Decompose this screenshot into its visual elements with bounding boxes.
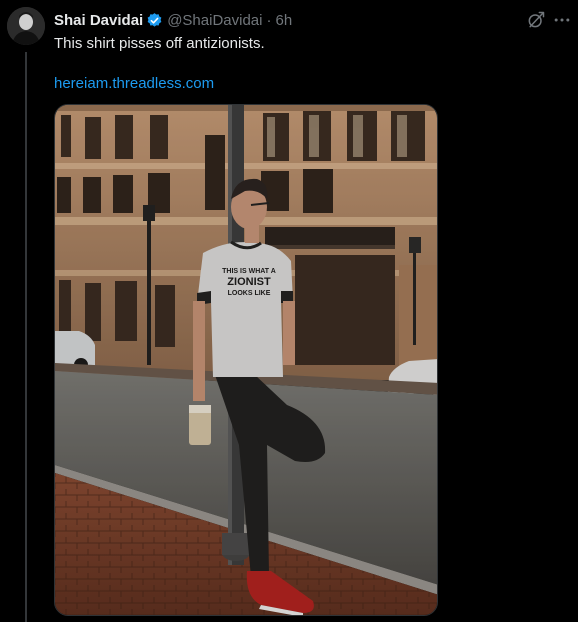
- tweet[interactable]: Shai Davidai @ShaiDavidai · 6h This shir…: [0, 0, 578, 622]
- tweet-link[interactable]: hereiam.threadless.com: [54, 74, 214, 94]
- grok-icon[interactable]: [526, 10, 546, 30]
- tweet-photo[interactable]: THIS IS WHAT A ZIONIST LOOKS LIKE: [54, 104, 438, 616]
- tweet-text: This shirt pisses off antizionists.: [54, 35, 265, 52]
- avatar-photo: [7, 7, 45, 45]
- verified-badge-icon[interactable]: [146, 12, 163, 29]
- handle[interactable]: @ShaiDavidai: [167, 12, 262, 29]
- thread-line: [25, 52, 27, 622]
- tweet-header: Shai Davidai @ShaiDavidai · 6h: [54, 10, 292, 30]
- more-icon[interactable]: [552, 10, 572, 30]
- street-photo: THIS IS WHAT A ZIONIST LOOKS LIKE: [55, 105, 437, 615]
- display-name[interactable]: Shai Davidai: [54, 12, 143, 29]
- timestamp[interactable]: 6h: [275, 12, 292, 29]
- avatar[interactable]: [7, 7, 45, 45]
- separator-dot: ·: [266, 11, 272, 29]
